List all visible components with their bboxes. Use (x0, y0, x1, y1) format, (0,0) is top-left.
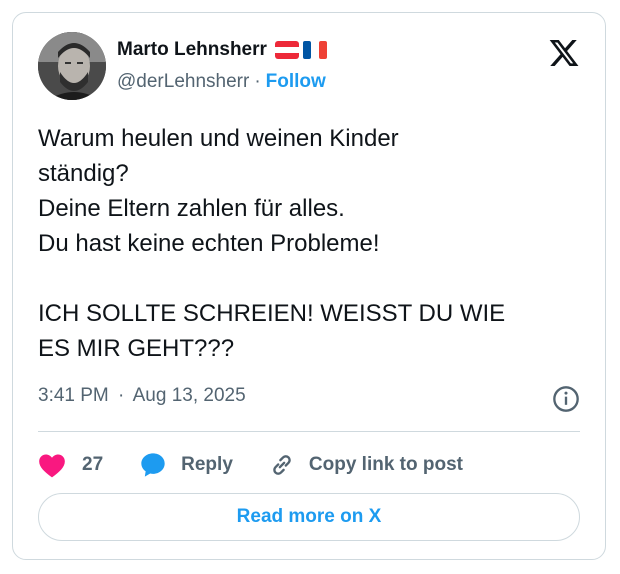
author-name[interactable]: Marto Lehnsherr (117, 39, 267, 61)
x-logo-icon[interactable] (548, 37, 580, 69)
avatar-photo (38, 32, 106, 100)
avatar[interactable] (38, 32, 106, 100)
tweet-date[interactable]: Aug 13, 2025 (133, 385, 246, 406)
read-more-label: Read more on X (236, 506, 382, 527)
follow-button[interactable]: Follow (266, 71, 326, 93)
reply-bubble-icon (141, 453, 165, 477)
flag-emojis (274, 41, 327, 59)
tweet-text: Warum heulen und weinen Kinder ständig? … (38, 125, 506, 362)
copy-link-label: Copy link to post (308, 454, 463, 475)
heart-icon (39, 454, 65, 478)
copy-link-button[interactable]: Copy link to post (269, 452, 463, 478)
tweet-time[interactable]: 3:41 PM (38, 385, 109, 406)
austria-flag-icon (274, 41, 299, 59)
divider (38, 431, 580, 432)
tweet-card: Marto Lehnsherr @derLehnsherr · Follow W… (12, 12, 606, 560)
info-icon[interactable] (552, 385, 580, 413)
like-count: 27 (82, 454, 104, 475)
reply-label: Reply (181, 454, 233, 475)
like-button[interactable]: 27 (38, 452, 103, 478)
reply-button[interactable]: Reply (139, 451, 233, 479)
author-handle-row: @derLehnsherr · Follow (117, 71, 326, 93)
meta-separator: · (118, 385, 125, 406)
action-bar: 27 Reply Copy link to post (38, 447, 463, 483)
tweet-timestamp[interactable]: 3:41 PM · Aug 13, 2025 (38, 385, 246, 407)
read-more-button[interactable]: Read more on X (38, 493, 580, 541)
separator-dot: · (254, 71, 261, 92)
author-handle[interactable]: @derLehnsherr (117, 71, 249, 93)
france-flag-icon (302, 41, 327, 59)
author-name-row: Marto Lehnsherr (117, 39, 327, 61)
link-icon (273, 455, 291, 475)
